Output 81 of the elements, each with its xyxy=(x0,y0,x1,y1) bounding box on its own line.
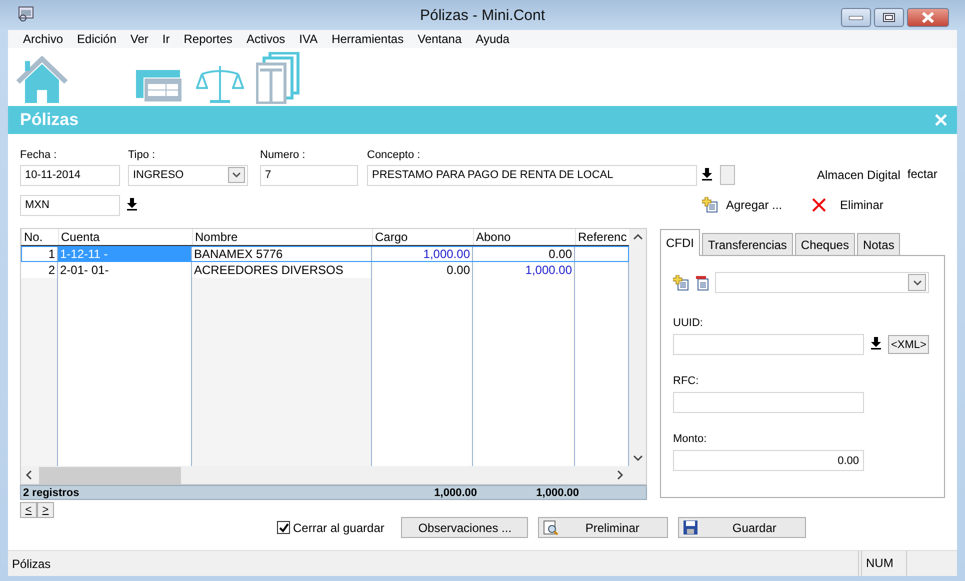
table-cell: 0.00 xyxy=(372,262,473,278)
section-title: Pólizas xyxy=(20,110,80,130)
uuid-field[interactable] xyxy=(673,334,864,355)
delete-button[interactable]: Eliminar xyxy=(812,198,884,212)
menu-item[interactable]: Ver xyxy=(123,32,156,46)
currency-field[interactable]: MXN xyxy=(20,194,120,216)
field-label: Fecha : xyxy=(20,149,58,161)
status-text: Pólizas xyxy=(11,556,52,570)
column-header[interactable]: Nombre xyxy=(192,229,372,245)
total-abono: 1,000.00 xyxy=(535,486,579,498)
input-field[interactable]: 7 xyxy=(260,164,358,186)
table-cell: 1,000.00 xyxy=(372,246,473,262)
table-cell: 1-12-11 - xyxy=(58,246,192,262)
minimize-button[interactable] xyxy=(841,8,871,27)
menu-item[interactable]: Ventana xyxy=(410,32,469,46)
previous-button[interactable]: < xyxy=(20,502,37,518)
chevron-down-icon[interactable] xyxy=(232,172,241,178)
menu-item[interactable]: Edición xyxy=(70,32,124,46)
add-button[interactable]: Agregar ... xyxy=(702,197,782,213)
download-icon[interactable] xyxy=(870,336,882,350)
horizontal-scrollbar[interactable] xyxy=(21,466,629,484)
download-icon[interactable] xyxy=(126,196,138,210)
table-row[interactable]: 1 1-12-11 - BANAMEX 5776 1,000.00 0.00 xyxy=(21,246,629,262)
table-cell: BANAMEX 5776 xyxy=(192,246,372,262)
field-label: Numero : xyxy=(260,149,306,161)
tab[interactable]: Transferencias xyxy=(702,233,793,255)
tab[interactable]: CFDI xyxy=(660,229,700,256)
maximize-button[interactable] xyxy=(874,8,904,27)
record-count: 2 registros xyxy=(22,486,80,498)
field-label: Concepto : xyxy=(367,149,422,161)
close-button[interactable] xyxy=(907,8,949,27)
menu-item[interactable]: Archivo xyxy=(16,32,70,46)
column-header[interactable]: No. xyxy=(21,229,58,245)
close-on-save-checkbox[interactable]: Cerrar al guardar xyxy=(277,520,384,534)
menu-item[interactable]: Ayuda xyxy=(468,32,516,46)
menu-item[interactable]: Ir xyxy=(155,32,177,46)
maximize-icon xyxy=(883,13,895,22)
minimize-icon xyxy=(849,16,863,20)
app-icon xyxy=(18,6,34,22)
cross-icon xyxy=(812,198,826,212)
concept-field[interactable]: PRESTAMO PARA PAGO DE RENTA DE LOCAL xyxy=(367,164,697,186)
menu-item[interactable]: Activos xyxy=(239,32,292,46)
next-button[interactable]: > xyxy=(37,502,54,518)
checkmark-icon xyxy=(278,522,288,532)
scroll-down-icon[interactable] xyxy=(632,454,642,462)
add-document-icon[interactable] xyxy=(702,197,718,213)
xml-button[interactable]: <XML> xyxy=(888,335,930,354)
tab[interactable]: Cheques xyxy=(794,233,855,255)
download-icon[interactable] xyxy=(701,166,713,180)
remove-document-icon[interactable] xyxy=(694,274,710,290)
menu-item[interactable]: IVA xyxy=(292,32,325,46)
column-header[interactable]: Abono xyxy=(473,229,575,245)
input-field[interactable]: 10-11-2014 xyxy=(20,164,120,186)
field-label: Monto: xyxy=(673,433,708,445)
preview-button[interactable]: Preliminar xyxy=(538,517,668,538)
type-dropdown[interactable]: INGRESO xyxy=(128,164,248,186)
close-icon xyxy=(921,12,935,23)
field-label: Tipo : xyxy=(128,149,156,161)
tab[interactable]: Notas xyxy=(856,233,900,255)
connect-link[interactable]: fectar xyxy=(907,167,938,181)
num-lock-indicator: NUM xyxy=(861,551,907,576)
storage-label: Almacen Digital xyxy=(817,168,900,182)
rfc-field[interactable] xyxy=(673,392,864,413)
field-label: UUID: xyxy=(673,317,704,329)
vertical-scrollbar[interactable] xyxy=(629,229,646,484)
table-cell: 0.00 xyxy=(473,246,575,262)
add-document-icon[interactable] xyxy=(673,274,689,290)
column-header[interactable]: Cuenta xyxy=(58,229,192,245)
column-header[interactable]: Cargo xyxy=(372,229,473,245)
notes-button[interactable]: Observaciones ... xyxy=(401,517,528,538)
chevron-down-icon[interactable] xyxy=(912,280,922,286)
magnifier-document-icon xyxy=(543,520,560,536)
amount-field[interactable]: 0.00 xyxy=(673,450,864,471)
field-label: RFC: xyxy=(673,375,700,387)
menu-item[interactable]: Reportes xyxy=(176,32,240,46)
scroll-up-icon[interactable] xyxy=(632,233,642,241)
total-cargo: 1,000.00 xyxy=(433,486,477,498)
window-title: Pólizas - Mini.Cont xyxy=(420,6,546,24)
menu-item[interactable]: Herramientas xyxy=(324,32,411,46)
save-button[interactable]: Guardar xyxy=(678,517,806,538)
table-cell: 1,000.00 xyxy=(473,262,575,278)
